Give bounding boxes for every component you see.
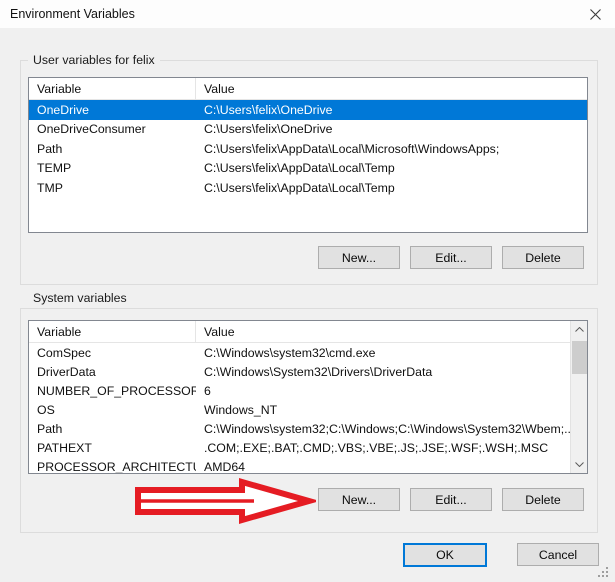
table-row[interactable]: TEMP C:\Users\felix\AppData\Local\Temp [29, 159, 587, 179]
variable-name-cell: PROCESSOR_ARCHITECTURE [29, 460, 196, 474]
system-variables-label: System variables [28, 291, 132, 305]
close-button[interactable] [580, 2, 610, 26]
environment-variables-dialog: Environment Variables User variables for… [0, 0, 615, 582]
variable-name-cell: Path [29, 142, 196, 156]
user-new-button[interactable]: New... [318, 246, 400, 269]
user-table-body: OneDrive C:\Users\felix\OneDrive OneDriv… [29, 100, 587, 198]
table-row[interactable]: OS Windows_NT [29, 400, 587, 419]
chevron-down-icon [575, 462, 584, 467]
variable-value-cell: C:\Windows\system32;C:\Windows;C:\Window… [196, 422, 587, 436]
variable-name-cell: NUMBER_OF_PROCESSORS [29, 384, 196, 398]
variable-name-cell: Path [29, 422, 196, 436]
variable-value-cell: C:\Users\felix\AppData\Local\Temp [196, 181, 587, 195]
table-row[interactable]: OneDriveConsumer C:\Users\felix\OneDrive [29, 120, 587, 140]
variable-value-cell: C:\Windows\system32\cmd.exe [196, 346, 587, 360]
table-row[interactable]: Path C:\Users\felix\AppData\Local\Micros… [29, 139, 587, 159]
variable-name-cell: OneDriveConsumer [29, 122, 196, 136]
table-row[interactable]: OneDrive C:\Users\felix\OneDrive [29, 100, 587, 120]
system-table-header: Variable Value [29, 321, 587, 343]
variable-value-cell: C:\Users\felix\OneDrive [196, 103, 587, 117]
window-title: Environment Variables [10, 7, 135, 21]
variable-value-cell: .COM;.EXE;.BAT;.CMD;.VBS;.VBE;.JS;.JSE;.… [196, 441, 587, 455]
resize-grip[interactable] [596, 565, 610, 579]
user-variables-table: Variable Value OneDrive C:\Users\felix\O… [28, 77, 588, 233]
column-header-value[interactable]: Value [196, 321, 587, 342]
column-header-variable[interactable]: Variable [29, 321, 196, 342]
variable-value-cell: C:\Users\felix\AppData\Local\Temp [196, 161, 587, 175]
table-row[interactable]: ComSpec C:\Windows\system32\cmd.exe [29, 343, 587, 362]
scrollbar-thumb[interactable] [572, 341, 587, 374]
close-icon [590, 9, 601, 20]
variable-value-cell: AMD64 [196, 460, 587, 474]
ok-button[interactable]: OK [403, 543, 487, 567]
table-row[interactable]: PATHEXT .COM;.EXE;.BAT;.CMD;.VBS;.VBE;.J… [29, 438, 587, 457]
variable-value-cell: C:\Users\felix\AppData\Local\Microsoft\W… [196, 142, 587, 156]
variable-value-cell: C:\Users\felix\OneDrive [196, 122, 587, 136]
user-edit-button[interactable]: Edit... [410, 246, 492, 269]
table-row[interactable]: Path C:\Windows\system32;C:\Windows;C:\W… [29, 419, 587, 438]
variable-value-cell: Windows_NT [196, 403, 587, 417]
user-delete-button[interactable]: Delete [502, 246, 584, 269]
table-row[interactable]: TMP C:\Users\felix\AppData\Local\Temp [29, 178, 587, 198]
column-header-variable[interactable]: Variable [29, 78, 196, 99]
table-row[interactable]: DriverData C:\Windows\System32\Drivers\D… [29, 362, 587, 381]
variable-name-cell: DriverData [29, 365, 196, 379]
variable-name-cell: OS [29, 403, 196, 417]
system-variables-table: Variable Value ComSpec C:\Windows\system… [28, 320, 588, 474]
vertical-scrollbar[interactable] [570, 321, 587, 473]
variable-name-cell: OneDrive [29, 103, 196, 117]
chevron-up-icon [575, 327, 584, 332]
table-row[interactable]: NUMBER_OF_PROCESSORS 6 [29, 381, 587, 400]
variable-value-cell: 6 [196, 384, 587, 398]
variable-name-cell: ComSpec [29, 346, 196, 360]
variable-name-cell: TMP [29, 181, 196, 195]
variable-name-cell: TEMP [29, 161, 196, 175]
variable-value-cell: C:\Windows\System32\Drivers\DriverData [196, 365, 587, 379]
system-delete-button[interactable]: Delete [502, 488, 584, 511]
title-bar: Environment Variables [0, 0, 615, 28]
system-table-body: ComSpec C:\Windows\system32\cmd.exe Driv… [29, 343, 587, 474]
system-edit-button[interactable]: Edit... [410, 488, 492, 511]
scroll-down-button[interactable] [571, 456, 588, 473]
user-table-header: Variable Value [29, 78, 587, 100]
cancel-button[interactable]: Cancel [517, 543, 599, 566]
variable-name-cell: PATHEXT [29, 441, 196, 455]
scroll-up-button[interactable] [571, 321, 588, 338]
system-new-button[interactable]: New... [318, 488, 400, 511]
table-row[interactable]: PROCESSOR_ARCHITECTURE AMD64 [29, 457, 587, 474]
user-variables-label: User variables for felix [28, 53, 160, 67]
column-header-value[interactable]: Value [196, 78, 587, 99]
